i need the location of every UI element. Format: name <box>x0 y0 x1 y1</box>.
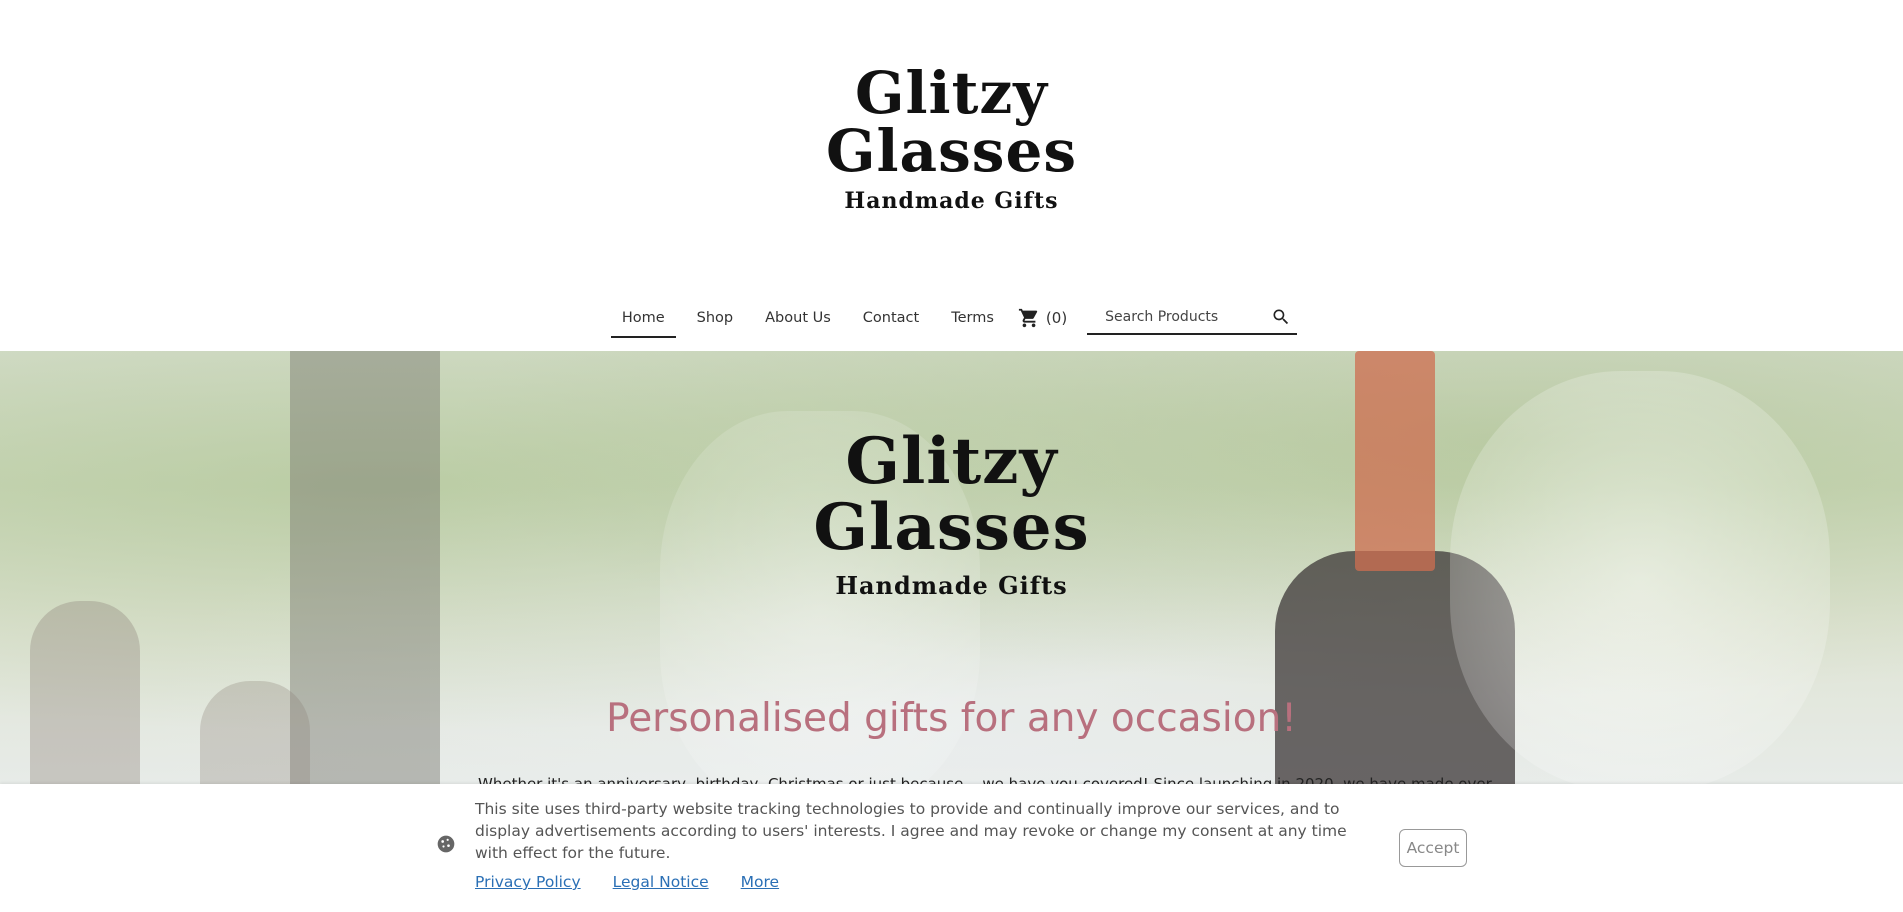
nav-item-contact[interactable]: Contact <box>852 302 930 334</box>
legal-notice-link[interactable]: Legal Notice <box>613 873 709 891</box>
privacy-policy-link[interactable]: Privacy Policy <box>475 873 581 891</box>
cookie-icon <box>437 835 455 853</box>
hero-heading: Personalised gifts for any occasion! <box>606 696 1297 741</box>
hero-logo: Glitzy Glasses Handmade Gifts <box>0 424 1903 601</box>
site-logo[interactable]: Glitzy Glasses Handmade Gifts <box>0 64 1903 214</box>
logo-tagline: Handmade Gifts <box>844 188 1059 214</box>
product-search <box>1087 301 1298 335</box>
cookie-links: Privacy Policy Legal Notice More <box>475 873 779 891</box>
nav-item-shop[interactable]: Shop <box>686 302 744 334</box>
search-icon[interactable] <box>1271 307 1291 327</box>
search-input[interactable] <box>1103 308 1272 326</box>
cart-count: (0) <box>1045 309 1068 327</box>
hero-section: Glitzy Glasses Handmade Gifts Personalis… <box>0 351 1903 801</box>
logo-line-2: Glasses <box>825 117 1077 185</box>
hero-logo-line-1: Glitzy <box>845 424 1058 499</box>
nav-item-about-us[interactable]: About Us <box>754 302 842 334</box>
hero-logo-tagline: Handmade Gifts <box>835 571 1068 600</box>
main-nav: Home Shop About Us Contact Terms (0) <box>0 298 1903 338</box>
cart-icon <box>1018 308 1038 328</box>
nav-item-terms[interactable]: Terms <box>940 302 1005 334</box>
cart-link[interactable]: (0) <box>1018 307 1067 329</box>
cookie-banner: This site uses third-party website track… <box>0 784 1903 912</box>
accept-button[interactable]: Accept <box>1399 829 1467 867</box>
more-link[interactable]: More <box>741 873 779 891</box>
cookie-message: This site uses third-party website track… <box>475 800 1347 862</box>
nav-item-home[interactable]: Home <box>610 302 676 338</box>
logo-line-1: Glitzy <box>854 59 1049 127</box>
hero-logo-line-2: Glasses <box>813 490 1090 565</box>
